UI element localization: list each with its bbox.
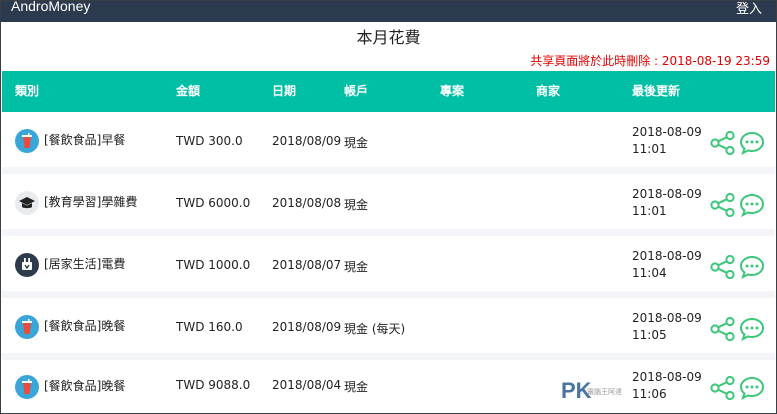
amount-cell: TWD 300.0 [176, 134, 243, 148]
amount-cell: TWD 1000.0 [176, 258, 251, 272]
category-label: [居家生活]電費 [44, 257, 126, 271]
graduation-cap-icon [15, 191, 39, 215]
updated-cell: 2018-08-09 11:01 [632, 186, 702, 220]
delete-notice: 共享頁面將於此時刪除 : 2018-08-19 23:59 [530, 54, 770, 68]
table-header: 類別 金額 日期 帳戶 專案 商家 最後更新 [2, 71, 775, 112]
updated-cell: 2018-08-09 11:04 [632, 248, 702, 282]
date-cell: 2018/08/09 [272, 134, 342, 148]
updated-cell: 2018-08-09 11:01 [632, 124, 702, 158]
comment-icon[interactable] [739, 376, 765, 400]
electric-plug-icon [15, 253, 39, 277]
column-header-account: 帳戶 [344, 84, 369, 98]
column-header-amount: 金額 [176, 84, 201, 98]
date-cell: 2018/08/09 [272, 320, 342, 334]
table-row: [餐飲食品]晚餐 TWD 9088.0 2018/08/04 現金 2018-0… [2, 360, 775, 413]
table-row: [餐飲食品]晚餐 TWD 160.0 2018/08/09 現金 (每天) 20… [2, 298, 775, 360]
updated-cell: 2018-08-09 11:05 [632, 310, 702, 344]
comment-icon[interactable] [739, 193, 765, 217]
row-separator [2, 167, 775, 174]
updated-time: 11:01 [632, 142, 667, 156]
updated-date: 2018-08-09 [632, 249, 702, 263]
amount-cell: TWD 6000.0 [176, 196, 251, 210]
share-icon[interactable] [710, 376, 736, 400]
date-cell: 2018/08/07 [272, 258, 342, 272]
date-cell: 2018/08/04 [272, 378, 342, 392]
amount-cell: TWD 160.0 [176, 320, 243, 334]
category-label: [教育學習]學雜費 [44, 195, 138, 209]
account-cell: 現金 [344, 380, 369, 394]
updated-date: 2018-08-09 [632, 125, 702, 139]
date-cell: 2018/08/08 [272, 196, 342, 210]
updated-date: 2018-08-09 [632, 187, 702, 201]
watermark-logo: PK 電腦王阿達 [561, 378, 631, 404]
table-row: [餐飲食品]早餐 TWD 300.0 2018/08/09 現金 2018-08… [2, 112, 775, 174]
page-title: 本月花費 [356, 28, 421, 47]
account-cell: 現金 (每天) [344, 322, 406, 336]
category-label: [餐飲食品]早餐 [44, 133, 126, 147]
updated-time: 11:01 [632, 204, 667, 218]
account-cell: 現金 [344, 136, 369, 150]
updated-cell: 2018-08-09 11:06 [632, 369, 702, 403]
row-separator [2, 229, 775, 236]
drink-icon [15, 375, 39, 399]
share-icon[interactable] [710, 255, 736, 279]
share-icon[interactable] [710, 317, 736, 341]
category-label: [餐飲食品]晚餐 [44, 319, 126, 333]
updated-time: 11:05 [632, 328, 667, 342]
account-cell: 現金 [344, 198, 369, 212]
column-header-category: 類別 [15, 84, 40, 98]
watermark-subtext: 電腦王阿達 [587, 389, 622, 396]
row-separator [2, 353, 775, 360]
row-separator [2, 291, 775, 298]
comment-icon[interactable] [739, 255, 765, 279]
table-row: [教育學習]學雜費 TWD 6000.0 2018/08/08 現金 2018-… [2, 174, 775, 236]
column-header-date: 日期 [272, 84, 297, 98]
column-header-project: 專案 [440, 84, 465, 98]
drink-icon [15, 315, 39, 339]
share-icon[interactable] [710, 193, 736, 217]
comment-icon[interactable] [739, 317, 765, 341]
updated-time: 11:04 [632, 266, 667, 280]
category-label: [餐飲食品]晚餐 [44, 379, 126, 393]
page-frame: AndroMoney 登入 本月花費 共享頁面將於此時刪除 : 2018-08-… [0, 0, 777, 414]
column-header-merchant: 商家 [536, 84, 561, 98]
updated-date: 2018-08-09 [632, 311, 702, 325]
drink-icon [15, 129, 39, 153]
login-link[interactable]: 登入 [736, 1, 762, 17]
updated-date: 2018-08-09 [632, 370, 702, 384]
column-header-updated: 最後更新 [632, 84, 681, 98]
table-row: [居家生活]電費 TWD 1000.0 2018/08/07 現金 2018-0… [2, 236, 775, 298]
updated-time: 11:06 [632, 387, 667, 401]
comment-icon[interactable] [739, 131, 765, 155]
account-cell: 現金 [344, 260, 369, 274]
brand-logo[interactable]: AndroMoney [11, 1, 90, 14]
top-navbar: AndroMoney 登入 [1, 1, 776, 22]
amount-cell: TWD 9088.0 [176, 378, 251, 392]
share-icon[interactable] [710, 131, 736, 155]
